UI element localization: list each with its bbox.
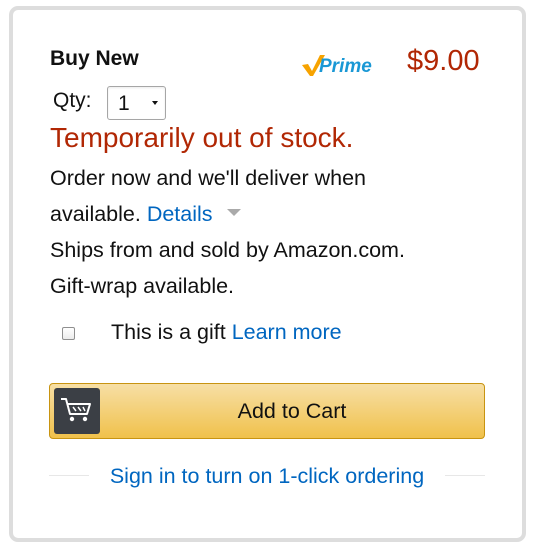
quantity-label: Qty: (53, 89, 92, 112)
caret-down-icon[interactable] (226, 208, 241, 216)
cart-icon-box (54, 388, 100, 434)
delivery-note: Order now and we'll deliver when (50, 166, 367, 190)
gift-wrap-text: Gift-wrap available. (50, 274, 235, 298)
buy-box: Buy New Prime $9.00 Qty: 1 Temporarily o… (9, 6, 526, 542)
sign-in-link[interactable]: Sign in to turn on 1-click ordering (49, 464, 485, 489)
gift-option: This is a gift Learn more (111, 320, 342, 345)
prime-logo-text: Prime (319, 56, 372, 77)
buy-new-heading: Buy New (50, 47, 139, 70)
gift-label: This is a gift (111, 320, 226, 344)
prime-logo: Prime (302, 55, 372, 77)
ships-from-text: Ships from and sold by Amazon.com. (50, 238, 405, 262)
details-link[interactable]: Details (147, 202, 213, 226)
add-to-cart-button[interactable]: Add to Cart (49, 383, 485, 439)
delivery-note-text: available. (50, 202, 141, 226)
chevron-down-icon (152, 101, 158, 105)
stock-status: Temporarily out of stock. (50, 122, 354, 153)
quantity-select[interactable]: 1 (107, 86, 166, 120)
learn-more-link[interactable]: Learn more (232, 320, 342, 344)
gift-checkbox[interactable] (62, 327, 75, 340)
shopping-cart-icon (61, 398, 91, 422)
delivery-note-continued: available. Details (50, 202, 241, 227)
quantity-value: 1 (118, 92, 130, 115)
add-to-cart-label: Add to Cart (237, 399, 347, 423)
price: $9.00 (407, 45, 480, 77)
